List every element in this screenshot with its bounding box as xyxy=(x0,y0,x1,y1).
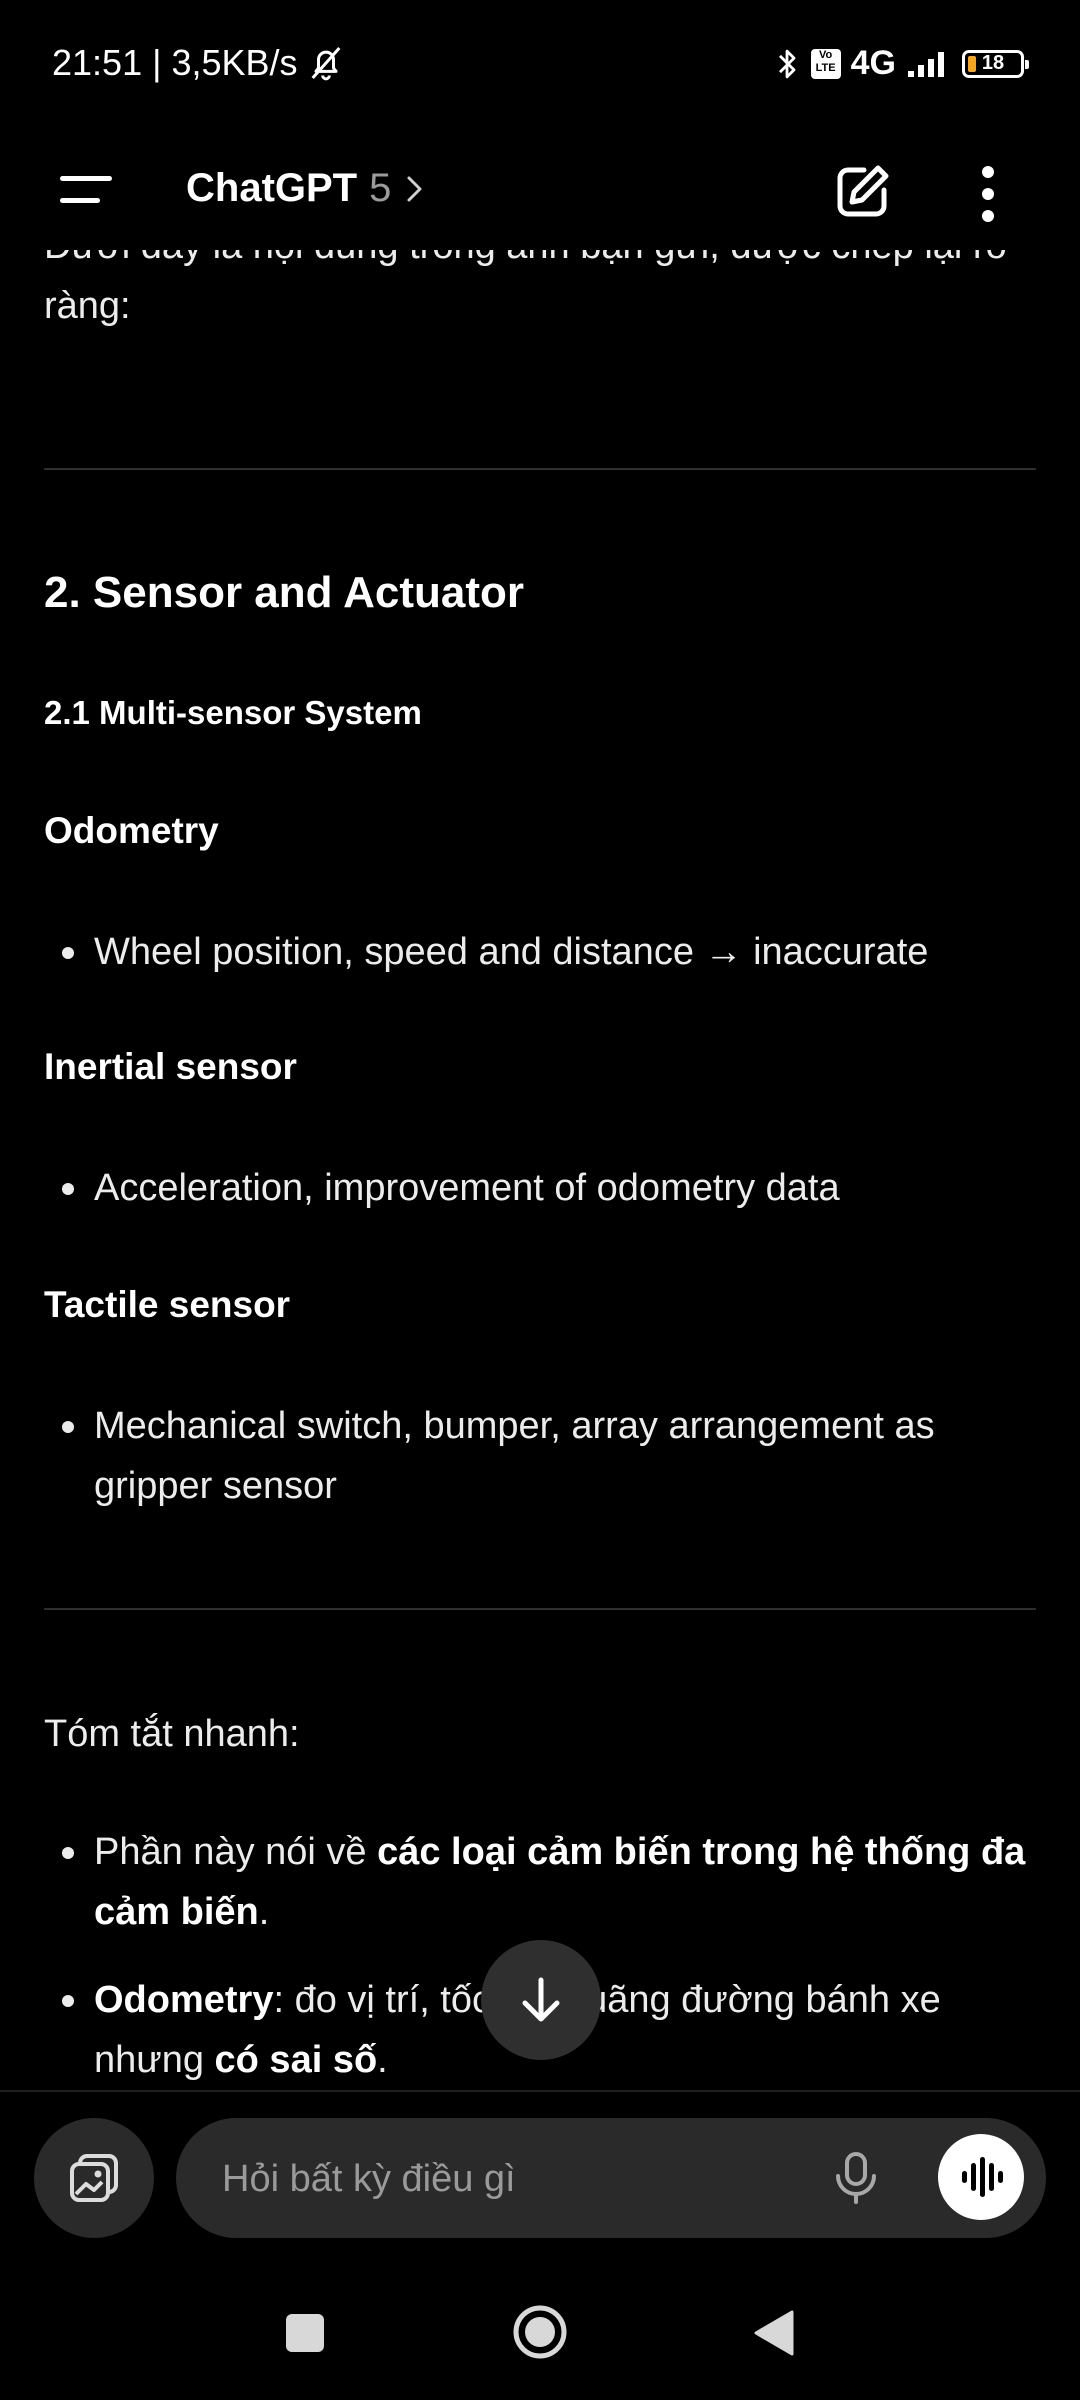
edit-icon xyxy=(837,165,889,217)
bell-off-icon xyxy=(311,47,340,81)
dictate-button[interactable] xyxy=(826,2148,886,2208)
list-item: Phần này nói về các loại cảm biến trong … xyxy=(60,1822,1030,1942)
app-bar: ChatGPT 5 xyxy=(0,130,1080,250)
menu-button[interactable] xyxy=(60,168,130,218)
summary-text: Phần này nói về xyxy=(94,1831,378,1873)
divider xyxy=(44,1608,1036,1610)
model-version: 5 xyxy=(369,166,392,210)
attach-button[interactable] xyxy=(34,2118,154,2238)
waveform-icon xyxy=(962,2157,1003,2197)
battery-level: 18 xyxy=(981,52,1005,74)
back-triangle-icon xyxy=(754,2310,794,2356)
divider xyxy=(44,468,1036,470)
message-input-container xyxy=(176,2118,1046,2238)
home-button[interactable] xyxy=(512,2304,568,2360)
message-input[interactable] xyxy=(220,2148,784,2210)
intro-text: Dưới đây là nội dung trong ảnh bạn gửi, … xyxy=(44,250,1007,327)
more-options-button[interactable] xyxy=(968,164,1008,224)
list-item: Acceleration, improvement of odometry da… xyxy=(60,1158,1030,1218)
arrow-down-icon xyxy=(522,1977,560,2022)
battery-icon: 18 xyxy=(962,49,1029,78)
subsection-heading: 2.1 Multi-sensor System xyxy=(44,694,422,731)
image-attach-icon xyxy=(70,2154,118,2202)
back-button[interactable] xyxy=(752,2308,796,2358)
status-time-speed: 21:51 | 3,5KB/s xyxy=(52,42,298,83)
status-left: 21:51 | 3,5KB/s xyxy=(52,42,346,84)
status-bar: 21:51 | 3,5KB/s Vo LTE 4G 18 xyxy=(0,0,1080,130)
new-chat-button[interactable] xyxy=(830,160,894,224)
summary-bold: Odometry xyxy=(94,1979,274,2021)
summary-text: . xyxy=(258,1891,270,1933)
more-vertical-icon xyxy=(982,166,994,222)
odometry-heading: Odometry xyxy=(44,810,219,851)
summary-label: Tóm tắt nhanh: xyxy=(44,1713,300,1755)
network-label: 4G xyxy=(850,44,896,82)
bluetooth-icon xyxy=(778,49,796,78)
summary-text: . xyxy=(377,2039,388,2081)
home-circle-icon xyxy=(513,2305,567,2359)
inertial-heading: Inertial sensor xyxy=(44,1046,297,1087)
microphone-icon xyxy=(836,2152,876,2204)
composer xyxy=(0,2090,1080,2262)
app-title: ChatGPT xyxy=(186,166,358,210)
recents-button[interactable] xyxy=(286,2314,324,2352)
list-item: Mechanical switch, bumper, array arrange… xyxy=(60,1396,1030,1516)
section-heading: 2. Sensor and Actuator xyxy=(44,568,525,617)
system-nav-bar xyxy=(0,2260,1080,2400)
model-selector[interactable]: ChatGPT 5 xyxy=(186,166,427,211)
tactile-heading: Tactile sensor xyxy=(44,1284,291,1325)
chat-message: Dưới đây là nội dung trong ảnh bạn gửi, … xyxy=(0,250,1080,2090)
chevron-right-icon xyxy=(407,176,422,201)
voice-mode-button[interactable] xyxy=(938,2134,1024,2220)
list-item: Wheel position, speed and distance → ina… xyxy=(60,922,1030,982)
status-right: Vo LTE 4G 18 xyxy=(773,44,1029,83)
signal-icon xyxy=(908,51,944,77)
summary-bold: có sai số xyxy=(214,2039,378,2081)
volte-icon: Vo LTE xyxy=(810,48,841,79)
scroll-to-bottom-button[interactable] xyxy=(481,1940,601,2060)
